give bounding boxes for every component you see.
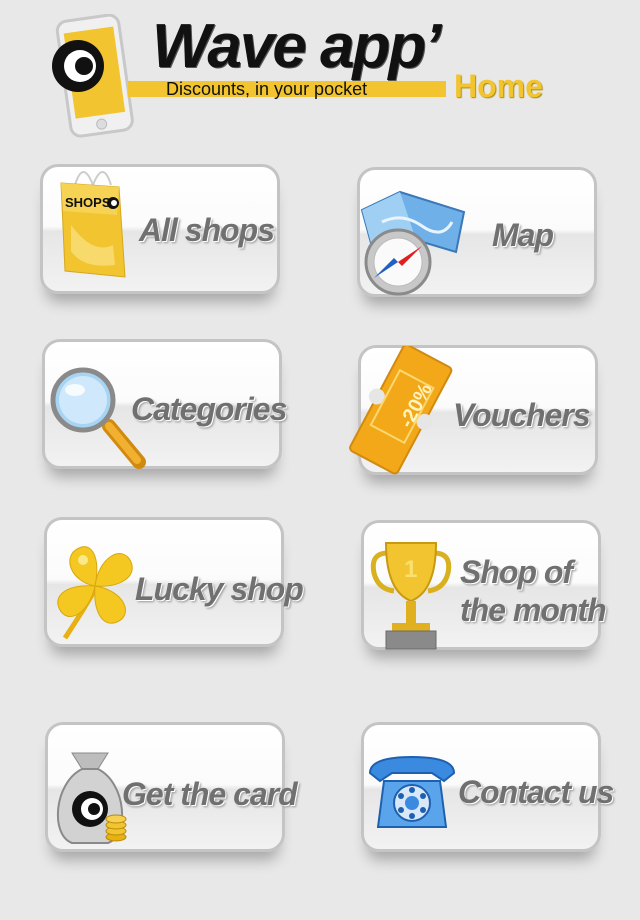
voucher-ticket-icon: -20% xyxy=(349,346,453,475)
get-the-card-button[interactable]: Get the card xyxy=(45,722,298,852)
get-the-card-label: Get the card xyxy=(122,776,298,812)
map-button[interactable]: Map xyxy=(357,167,597,297)
shop-of-the-month-label-line2: the month xyxy=(460,592,607,628)
vouchers-label: Vouchers xyxy=(453,397,591,433)
shop-of-the-month-label-line1: Shop of xyxy=(460,554,573,590)
tagline: Discounts, in your pocket xyxy=(166,79,368,99)
app-header: Wave app’ Discounts, in your pocket Home xyxy=(0,0,640,150)
contact-us-label: Contact us xyxy=(458,774,614,810)
lucky-shop-button[interactable]: Lucky shop xyxy=(44,517,304,647)
page-title: Home xyxy=(454,68,543,104)
categories-button[interactable]: Categories xyxy=(42,339,287,469)
trophy-icon: 1 xyxy=(370,542,452,650)
map-label: Map xyxy=(492,217,554,253)
all-shops-label: All shops xyxy=(139,212,275,248)
shop-of-the-month-button[interactable]: 1 Shop of the month xyxy=(361,520,607,650)
categories-label: Categories xyxy=(131,391,287,427)
telephone-icon xyxy=(368,755,456,828)
vouchers-button[interactable]: -20% Vouchers xyxy=(349,345,598,475)
shopping-bag-icon: SHOPS xyxy=(60,171,126,278)
contact-us-button[interactable]: Contact us xyxy=(361,722,614,852)
app-logo-icon xyxy=(52,14,134,138)
svg-text:1: 1 xyxy=(404,556,417,583)
all-shops-button[interactable]: SHOPS All shops xyxy=(40,164,280,294)
map-compass-icon xyxy=(360,190,466,296)
lucky-shop-label: Lucky shop xyxy=(135,571,304,607)
svg-text:SHOPS: SHOPS xyxy=(65,195,111,210)
four-leaf-clover-icon xyxy=(57,546,133,640)
brand-title: Wave app’ xyxy=(152,12,442,81)
